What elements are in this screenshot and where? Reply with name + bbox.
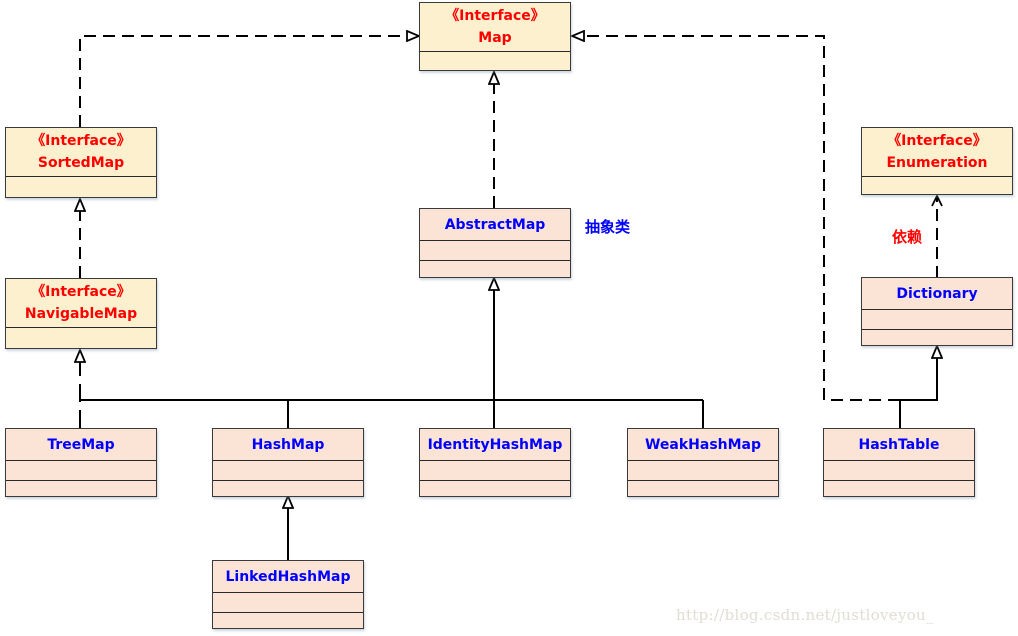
- methods-compartment: [213, 613, 363, 632]
- abstract-class-note: 抽象类: [585, 218, 631, 236]
- class-hashmap[interactable]: HashMap: [212, 428, 364, 497]
- class-name: LinkedHashMap: [213, 561, 363, 593]
- stereotype-label: 《Interface》: [31, 284, 131, 300]
- interface-name: NavigableMap: [24, 306, 138, 322]
- attributes-compartment: [6, 461, 156, 481]
- realization-sortedmap-map: [79, 36, 419, 127]
- class-weakhashmap[interactable]: WeakHashMap: [627, 428, 779, 497]
- attributes-compartment: [420, 52, 570, 67]
- stereotype-label: 《Interface》: [445, 8, 545, 24]
- methods-compartment: [628, 481, 778, 500]
- methods-compartment: [6, 481, 156, 500]
- methods-compartment: [862, 330, 1012, 349]
- methods-compartment: [213, 481, 363, 500]
- stereotype-label: 《Interface》: [31, 133, 131, 149]
- interface-sortedmap[interactable]: 《Interface》 SortedMap: [5, 127, 157, 198]
- attributes-compartment: [6, 177, 156, 192]
- attributes-compartment: [824, 461, 974, 481]
- class-name: TreeMap: [6, 429, 156, 461]
- class-treemap[interactable]: TreeMap: [5, 428, 157, 497]
- attributes-compartment: [420, 241, 570, 261]
- stereotype-label: 《Interface》: [887, 133, 987, 149]
- class-dictionary[interactable]: Dictionary: [861, 277, 1013, 346]
- interface-name: SortedMap: [37, 155, 125, 171]
- watermark: http://blog.csdn.net/justloveyou_: [676, 606, 934, 624]
- attributes-compartment: [628, 461, 778, 481]
- class-abstractmap[interactable]: AbstractMap: [419, 208, 571, 278]
- generalization-hashtable-dictionary: [899, 346, 937, 428]
- methods-compartment: [420, 481, 570, 500]
- interface-name: Map: [478, 30, 512, 46]
- attributes-compartment: [6, 328, 156, 343]
- class-name: HashMap: [213, 429, 363, 461]
- dependency-note: 依赖: [892, 228, 923, 246]
- class-name: Dictionary: [862, 278, 1012, 310]
- class-name: HashTable: [824, 429, 974, 461]
- methods-compartment: [824, 481, 974, 500]
- class-hashtable[interactable]: HashTable: [823, 428, 975, 497]
- attributes-compartment: [862, 310, 1012, 330]
- class-name: WeakHashMap: [628, 429, 778, 461]
- attributes-compartment: [213, 461, 363, 481]
- interface-name: Enumeration: [886, 155, 988, 171]
- methods-compartment: [420, 261, 570, 280]
- attributes-compartment: [420, 461, 570, 481]
- interface-enumeration[interactable]: 《Interface》 Enumeration: [861, 127, 1013, 195]
- class-name: IdentityHashMap: [420, 429, 570, 461]
- interface-map[interactable]: 《Interface》 Map: [419, 2, 571, 71]
- attributes-compartment: [862, 177, 1012, 192]
- attributes-compartment: [213, 593, 363, 613]
- class-linkedhashmap[interactable]: LinkedHashMap: [212, 560, 364, 629]
- class-name: AbstractMap: [420, 209, 570, 241]
- class-identityhashmap[interactable]: IdentityHashMap: [419, 428, 571, 497]
- interface-navigablemap[interactable]: 《Interface》 NavigableMap: [5, 278, 157, 349]
